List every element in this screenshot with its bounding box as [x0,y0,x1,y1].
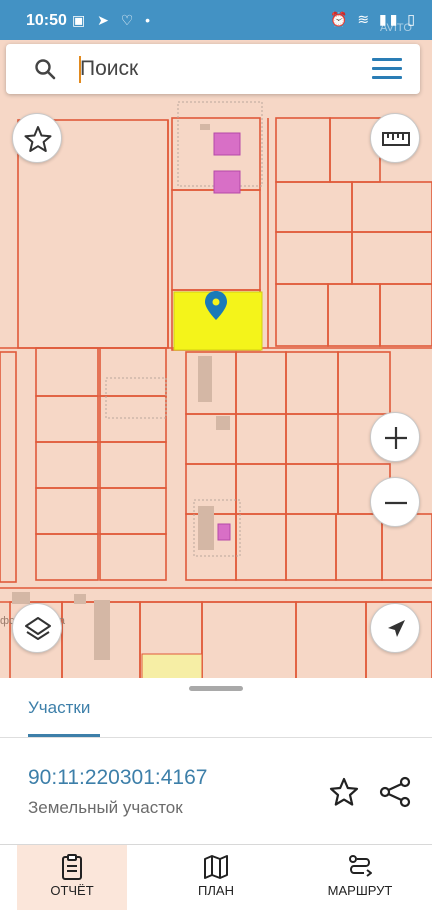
layers-icon [25,617,51,640]
star-icon [24,126,52,152]
share-icon[interactable] [378,776,412,808]
zoom-in-button[interactable] [370,412,420,462]
watermark: AVITO [380,22,412,34]
nav-item-plan[interactable]: ПЛАН [161,845,271,910]
nav-item-route[interactable]: МАРШРУТ [305,845,415,910]
tab-parcels[interactable]: Участки [28,698,90,718]
status-time: 10:50 [26,12,67,29]
sheet-drag-handle[interactable] [189,686,243,691]
ruler-icon [382,132,410,146]
search-bar[interactable] [6,44,420,94]
plus-icon [385,427,407,449]
my-location-button[interactable] [370,603,420,653]
notification-icons: ▣ ➤ ♡ • [72,12,155,28]
map-plan-icon [204,855,228,879]
zoom-out-button[interactable] [370,477,420,527]
status-bar: 10:50 ▣ ➤ ♡ • ⏰ ≋ ▮▮ ▯ AVITO [0,0,432,40]
navigation-arrow-icon [388,620,405,637]
layers-button[interactable] [12,603,62,653]
parcel-type: Земельный участок [28,798,183,817]
search-input[interactable] [80,52,360,86]
ruler-button[interactable] [370,113,420,163]
report-icon [62,854,82,880]
nav-label-plan: ПЛАН [198,883,234,898]
nav-label-report: ОТЧЁТ [50,883,94,898]
map-canvas[interactable] [0,40,432,690]
favorites-button[interactable] [12,113,62,163]
divider [0,737,432,738]
cadastral-map[interactable]: фская улица [0,40,432,690]
menu-icon[interactable] [372,58,402,80]
cadastral-number[interactable]: 90:11:220301:4167 [28,766,207,790]
bottom-navigation: ОТЧЁТ ПЛАН МАРШРУТ [0,844,432,910]
minus-icon [385,501,407,505]
nav-label-route: МАРШРУТ [327,883,393,898]
route-icon [349,855,372,877]
nav-item-report[interactable]: ОТЧЁТ [17,845,127,910]
search-icon[interactable] [34,58,56,80]
star-icon[interactable] [328,776,360,808]
